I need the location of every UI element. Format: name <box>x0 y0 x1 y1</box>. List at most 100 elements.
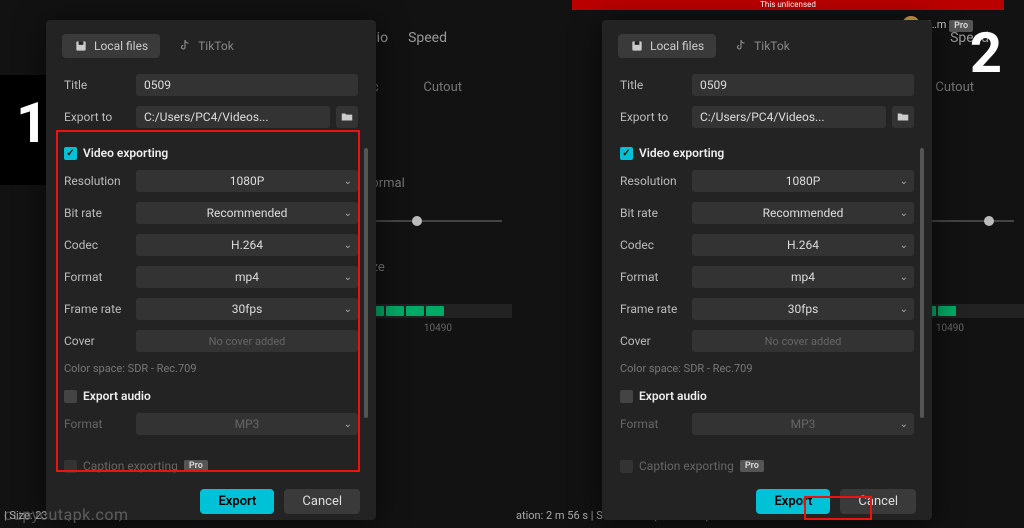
cover-label: Cover <box>64 334 136 348</box>
title-input[interactable]: 0509 <box>692 74 914 96</box>
tiktok-icon <box>734 39 748 53</box>
tiktok-icon <box>178 39 192 53</box>
step-number-2: 2 <box>970 20 1002 86</box>
chevron-down-icon: ⌄ <box>900 208 908 219</box>
export-dialog: Local files TikTok Title 0509 Export to … <box>46 20 376 520</box>
chevron-down-icon: ⌄ <box>344 240 352 251</box>
export-to-label: Export to <box>64 110 136 124</box>
codec-label: Codec <box>64 238 136 252</box>
export-audio-label: Export audio <box>639 389 707 403</box>
cover-button[interactable]: No cover added <box>692 330 914 352</box>
format-label: Format <box>64 270 136 284</box>
chevron-down-icon: ⌄ <box>900 272 908 283</box>
timeline[interactable] <box>362 304 512 318</box>
folder-icon <box>896 110 910 124</box>
tab-tiktok[interactable]: TikTok <box>166 34 246 58</box>
codec-select[interactable]: H.264⌄ <box>136 234 358 256</box>
cover-button[interactable]: No cover added <box>136 330 358 352</box>
chevron-down-icon: ⌄ <box>344 304 352 315</box>
format-select[interactable]: mp4⌄ <box>136 266 358 288</box>
tab-tiktok-label: TikTok <box>198 39 234 53</box>
framerate-select[interactable]: 30fps⌄ <box>136 298 358 320</box>
audio-format-label: Format <box>620 417 692 431</box>
caption-exporting-label: Caption exporting <box>639 459 734 473</box>
chevron-down-icon: ⌄ <box>900 176 908 187</box>
video-exporting-label: Video exporting <box>639 146 724 160</box>
resolution-label: Resolution <box>64 174 136 188</box>
title-label: Title <box>64 78 136 92</box>
tab-local-label: Local files <box>94 39 148 53</box>
export-path-input[interactable]: C:/Users/PC4/Videos... <box>692 106 886 128</box>
save-icon <box>74 39 88 53</box>
tab-local-label: Local files <box>650 39 704 53</box>
resolution-select[interactable]: 1080P⌄ <box>692 170 914 192</box>
tab-local-files[interactable]: Local files <box>618 34 716 58</box>
audio-format-select: MP3⌄ <box>136 413 358 435</box>
cancel-button[interactable]: Cancel <box>284 489 360 514</box>
bg-row-sic: sicCutout <box>362 80 512 95</box>
title-label: Title <box>620 78 692 92</box>
export-path-input[interactable]: C:/Users/PC4/Videos... <box>136 106 330 128</box>
browse-folder-button[interactable] <box>336 106 358 128</box>
pro-badge: Pro <box>740 460 764 472</box>
chevron-down-icon: ⌄ <box>900 419 908 430</box>
framerate-label: Frame rate <box>620 302 692 316</box>
tab-tiktok[interactable]: TikTok <box>722 34 802 58</box>
bg-row-d: d <box>362 146 512 161</box>
format-select[interactable]: mp4⌄ <box>692 266 914 288</box>
audio-format-select: MP3⌄ <box>692 413 914 435</box>
chevron-down-icon: ⌄ <box>344 208 352 219</box>
framerate-select[interactable]: 30fps⌄ <box>692 298 914 320</box>
bitrate-label: Bit rate <box>620 206 692 220</box>
export-audio-checkbox[interactable] <box>620 390 633 403</box>
audio-format-label: Format <box>64 417 136 431</box>
timecode: 10490 <box>424 323 452 334</box>
bg-row-normal: Normal <box>362 176 512 191</box>
video-exporting-checkbox[interactable]: ✓ <box>620 147 633 160</box>
cover-label: Cover <box>620 334 692 348</box>
codec-select[interactable]: H.264⌄ <box>692 234 914 256</box>
codec-label: Codec <box>620 238 692 252</box>
video-exporting-label: Video exporting <box>83 146 168 160</box>
export-dialog: Local files TikTok Title 0509 Export to … <box>602 20 932 520</box>
caption-exporting-label: Caption exporting <box>83 459 178 473</box>
step-number-1: 1 <box>16 90 48 156</box>
colorspace-text: Color space: SDR - Rec.709 <box>620 362 914 375</box>
browse-folder-button[interactable] <box>892 106 914 128</box>
bitrate-select[interactable]: Recommended⌄ <box>692 202 914 224</box>
timecode: 10490 <box>936 323 964 334</box>
format-label: Format <box>620 270 692 284</box>
resolution-label: Resolution <box>620 174 692 188</box>
chevron-down-icon: ⌄ <box>900 304 908 315</box>
bitrate-label: Bit rate <box>64 206 136 220</box>
scrollbar[interactable] <box>364 148 368 418</box>
unlicensed-banner: This unlicensed <box>572 0 1004 10</box>
export-button[interactable]: Export <box>756 489 830 514</box>
chevron-down-icon: ⌄ <box>344 176 352 187</box>
bitrate-select[interactable]: Recommended⌄ <box>136 202 358 224</box>
export-audio-label: Export audio <box>83 389 151 403</box>
resolution-select[interactable]: 1080P⌄ <box>136 170 358 192</box>
caption-exporting-checkbox <box>620 460 633 473</box>
chevron-down-icon: ⌄ <box>900 240 908 251</box>
colorspace-text: Color space: SDR - Rec.709 <box>64 362 358 375</box>
cancel-button[interactable]: Cancel <box>840 489 916 514</box>
tab-local-files[interactable]: Local files <box>62 34 160 58</box>
export-to-label: Export to <box>620 110 692 124</box>
tab-tiktok-label: TikTok <box>754 39 790 53</box>
pro-badge: Pro <box>184 460 208 472</box>
title-input[interactable]: 0509 <box>136 74 358 96</box>
bg-row-ilize: ilize <box>362 260 512 275</box>
save-icon <box>630 39 644 53</box>
chevron-down-icon: ⌄ <box>344 419 352 430</box>
bg-tab-speed[interactable]: Speed <box>408 30 447 46</box>
chevron-down-icon: ⌄ <box>344 272 352 283</box>
export-audio-checkbox[interactable] <box>64 390 77 403</box>
caption-exporting-checkbox <box>64 460 77 473</box>
framerate-label: Frame rate <box>64 302 136 316</box>
folder-icon <box>340 110 354 124</box>
export-button[interactable]: Export <box>200 489 274 514</box>
watermark: cupycutapk.com <box>4 505 129 524</box>
scrollbar[interactable] <box>920 148 924 418</box>
video-exporting-checkbox[interactable]: ✓ <box>64 147 77 160</box>
